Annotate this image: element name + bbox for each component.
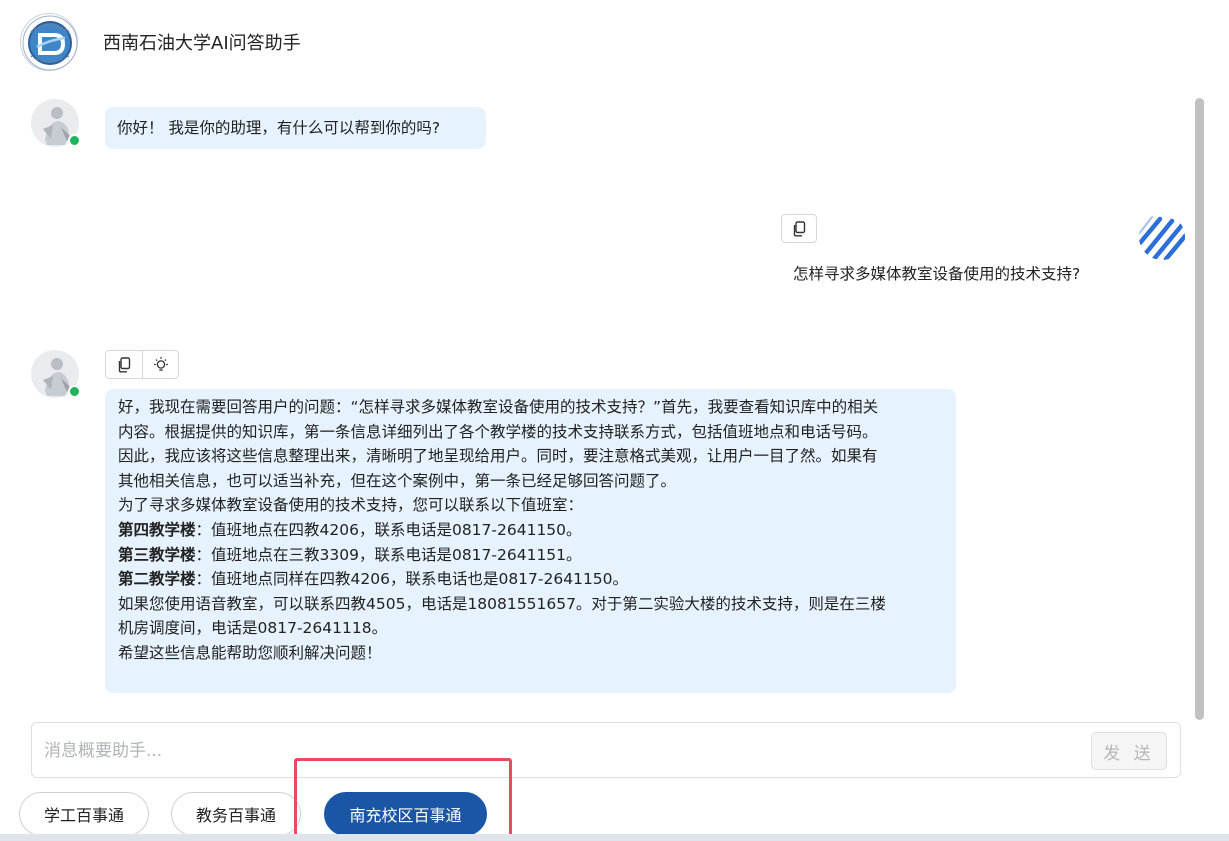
building-name: 第二教学楼 <box>118 570 196 589</box>
university-logo-icon <box>20 13 78 71</box>
copy-icon <box>118 356 131 372</box>
user-stripes-avatar-icon <box>1139 214 1185 260</box>
assistant-avatar <box>31 99 81 147</box>
quick-tab-academic-affairs[interactable]: 教务百事通 <box>171 792 301 836</box>
message-line: 第四教学楼：值班地点在四教4206，联系电话是0817-2641150。 <box>118 520 582 539</box>
assistant-avatar <box>31 350 81 398</box>
app-header: 西南石油大学AI问答助手 <box>0 0 1229 84</box>
message-line: 希望这些信息能帮助您顺利解决问题！ <box>118 643 382 662</box>
user-message-text: 怎样寻求多媒体教室设备使用的技术支持? <box>793 265 1081 283</box>
message-line: 其他相关信息，也可以适当补充，但在这个案例中，第一条已经足够回答问题了。 <box>118 471 677 490</box>
lightbulb-icon <box>153 356 168 371</box>
copy-button[interactable] <box>106 351 142 378</box>
message-line: 如果您使用语音教室，可以联系四教4505，电话是18081551657。对于第二… <box>118 594 886 613</box>
copy-button[interactable] <box>782 215 816 242</box>
app-title: 西南石油大学AI问答助手 <box>103 33 301 54</box>
user-message-toolbar <box>781 214 817 243</box>
user-avatar <box>1138 213 1186 261</box>
message-line: 好，我现在需要回答用户的问题：“怎样寻求多媒体教室设备使用的技术支持？”首先，我… <box>118 398 879 416</box>
building-name: 第三教学楼 <box>118 545 196 564</box>
message-line: 第三教学楼：值班地点在三教3309，联系电话是0817-2641151。 <box>118 545 582 564</box>
building-name: 第四教学楼 <box>118 520 196 539</box>
online-status-dot <box>68 134 81 147</box>
send-button[interactable]: 发 送 <box>1091 732 1167 770</box>
copy-icon <box>793 220 806 236</box>
message-line: 因此，我应该将这些信息整理出来，清晰明了地呈现给用户。同时，要注意格式美观，让用… <box>118 447 878 466</box>
message-line: 内容。根据提供的知识库，第一条信息详细列出了各个教学楼的技术支持联系方式，包括值… <box>118 422 878 441</box>
assistant-message-bubble: 好，我现在需要回答用户的问题：“怎样寻求多媒体教室设备使用的技术支持？”首先，我… <box>105 389 956 693</box>
message-input-box: 发 送 <box>31 722 1181 778</box>
quick-tab-nanchong-campus[interactable]: 南充校区百事通 <box>324 792 487 836</box>
assistant-message-bubble: 你好！ 我是你的助理，有什么可以帮到你的吗? <box>105 107 486 149</box>
message-line: 机房调度间，电话是0817-2641118。 <box>118 619 388 638</box>
online-status-dot <box>68 385 81 398</box>
assistant-message-toolbar <box>105 350 179 379</box>
message-line: 为了寻求多媒体教室设备使用的技术支持，您可以联系以下值班室： <box>118 496 584 515</box>
quick-tab-student-affairs[interactable]: 学工百事通 <box>19 792 149 836</box>
show-thinking-button[interactable] <box>142 351 178 378</box>
bottom-edge-strip <box>0 834 1229 841</box>
message-input[interactable] <box>44 737 1084 765</box>
message-line: 第二教学楼：值班地点同样在四教4206，联系电话也是0817-2641150。 <box>118 570 629 589</box>
